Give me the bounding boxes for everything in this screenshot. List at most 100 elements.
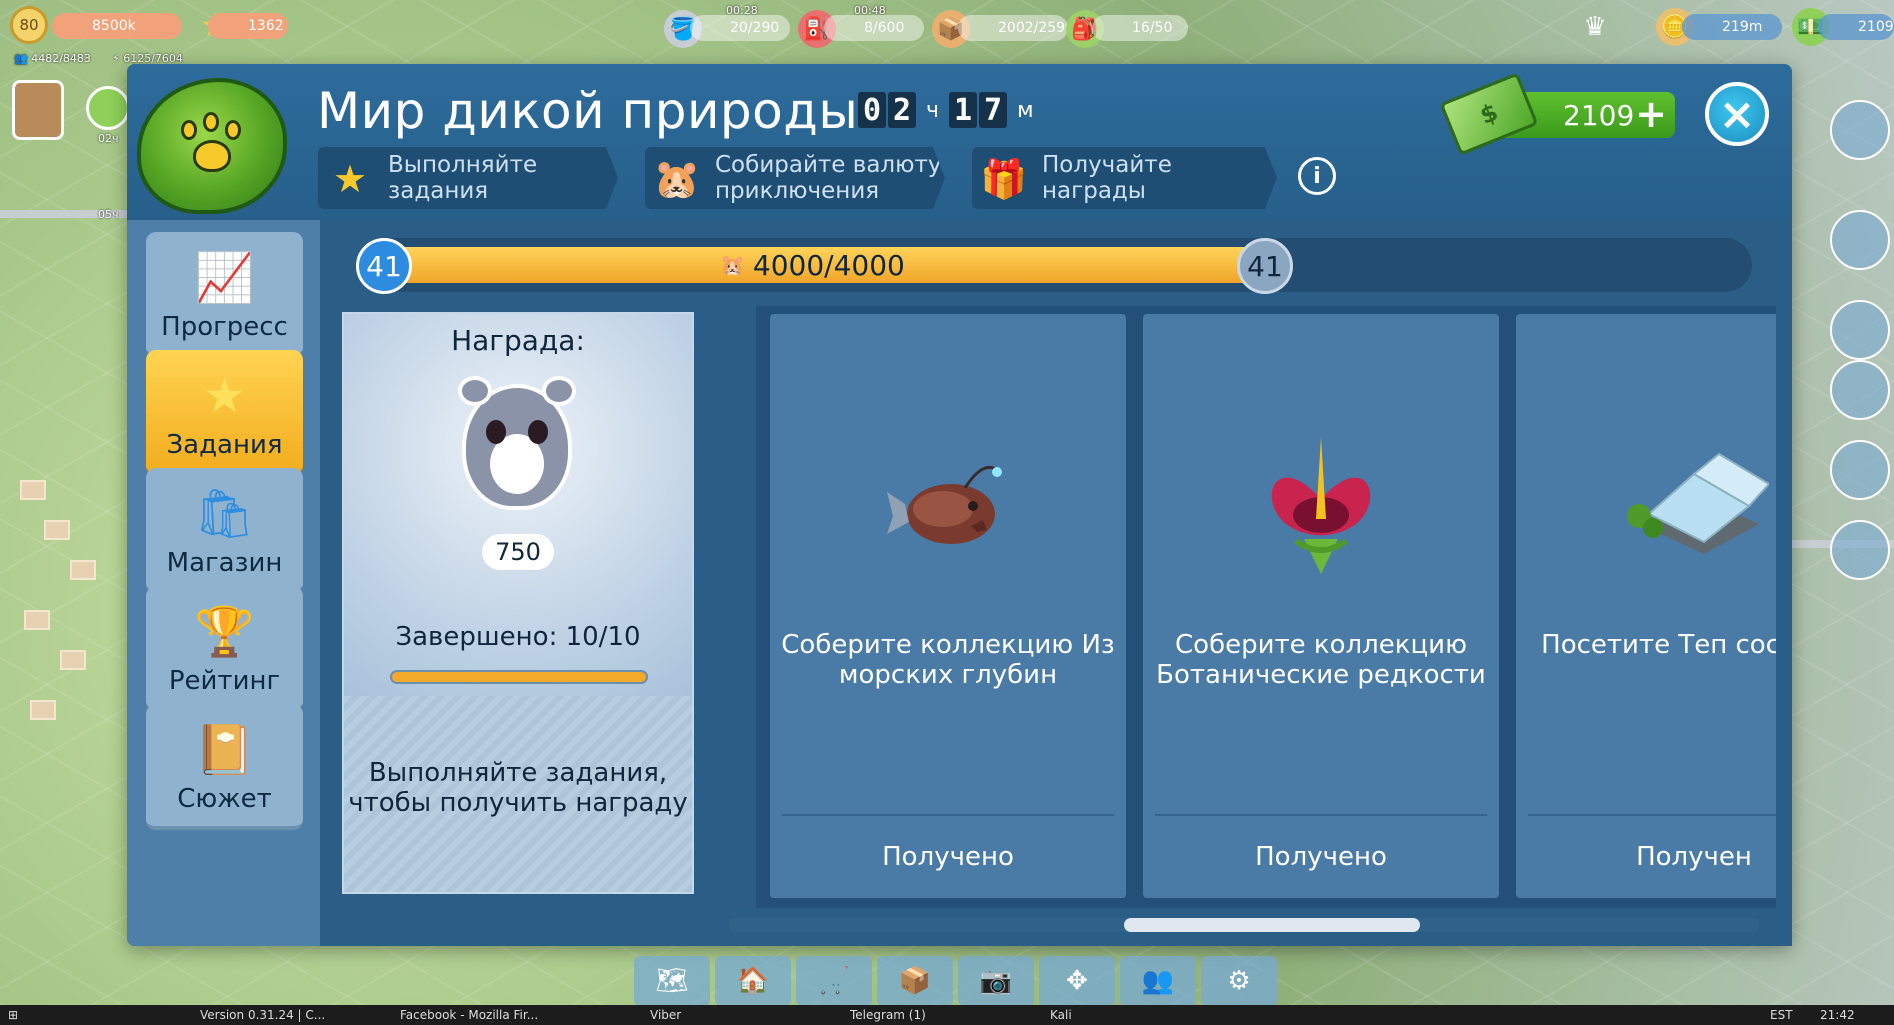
star-icon: ★ [202, 368, 247, 424]
sidebar-item-label: Сюжет [177, 784, 272, 814]
hamster-icon: 🐹 [720, 253, 745, 277]
windows-start-icon[interactable]: ⊞ [8, 1007, 18, 1023]
right-hud-button[interactable] [1830, 520, 1890, 580]
timer-unit-minutes: м [1017, 97, 1034, 123]
hangar-icon[interactable]: 🏠 [715, 956, 791, 1006]
timer-unit-hours: ч [926, 97, 939, 123]
resource4-value: 16/50 [1132, 20, 1173, 36]
map-icon[interactable]: 🗺 [634, 956, 710, 1006]
event-cash-value: 2109 [1563, 98, 1635, 132]
sidebar-item-label: Задания [166, 430, 283, 460]
task-status: Получен [1636, 842, 1752, 872]
taskbar-item[interactable]: Version 0.31.24 | C... [200, 1007, 325, 1023]
coins-counter[interactable]: 8500k [52, 13, 182, 39]
resource1-counter[interactable]: 20/290 [690, 15, 790, 41]
close-button[interactable]: × [1705, 82, 1769, 146]
task-card[interactable]: Соберите коллекцию Ботанические редкости… [1143, 314, 1499, 898]
task-title: Соберите коллекцию Ботанические редкости [1156, 630, 1486, 690]
task-card[interactable]: Посетите Теп соседей Получен [1516, 314, 1776, 898]
event-paw-icon[interactable] [86, 86, 130, 130]
right-hud-button[interactable] [1830, 100, 1890, 160]
star-icon: ★ [332, 157, 368, 201]
reward-hint: Выполняйте задания, чтобы получить награ… [348, 758, 688, 818]
right-hud-button[interactable] [1830, 440, 1890, 500]
task-card[interactable]: Соберите коллекцию Из морских глубин Пол… [770, 314, 1126, 898]
task-status: Получено [882, 842, 1014, 872]
carousel-scrollbar[interactable] [729, 918, 1759, 932]
info-step-label: Выполняйте задания [388, 152, 538, 204]
map-tile [24, 610, 50, 630]
coins-value: 8500k [92, 18, 136, 34]
taskbar-item[interactable]: Viber [650, 1007, 681, 1023]
stars-value: 1362 [248, 18, 284, 34]
sidebar-item-label: Рейтинг [168, 666, 281, 696]
hud-cash-value: 2109 [1858, 19, 1894, 35]
reward-title: Награда: [451, 324, 585, 357]
divider [1155, 814, 1487, 816]
hamster-icon: 🐹 [653, 157, 701, 201]
event-cash-display[interactable]: $ 2109 + [1439, 72, 1675, 156]
task-title: Посетите Теп соседей [1541, 630, 1776, 660]
gift-icon: 🎁 [980, 157, 1028, 201]
carousel-edge [716, 306, 756, 908]
info-button[interactable]: i [1298, 157, 1336, 195]
sidebar-item-rating[interactable]: 🏆 Рейтинг [146, 586, 303, 712]
resource2-value: 8/600 [864, 20, 905, 36]
event-timer: 02ч [98, 132, 119, 145]
trophy-icon: 🏆 [194, 604, 255, 660]
event-window: Мир дикой природы 0 2 ч 1 7 м ★ Выполняй… [127, 64, 1792, 946]
settings-gear-icon[interactable]: ⚙ [1201, 956, 1277, 1006]
gold-value: 219m [1722, 19, 1763, 35]
reward-top: Награда: 750 Завершено: 10/10 [344, 314, 692, 696]
event-timer-display: 0 2 ч 1 7 м [858, 92, 1044, 128]
task-title: Соберите коллекцию Из морских глубин [781, 630, 1115, 690]
resource3-value: 2002/2590 [998, 20, 1074, 36]
timer-digit: 2 [888, 92, 916, 128]
right-hud-button[interactable] [1830, 300, 1890, 360]
cash-counter[interactable]: 2109 [1818, 14, 1894, 40]
crown-icon[interactable]: ♛ [1576, 8, 1614, 46]
info-step-label: Получайте награды [1042, 152, 1172, 204]
right-hud-button[interactable] [1830, 210, 1890, 270]
scrollbar-thumb[interactable] [1124, 918, 1420, 932]
banknote-icon: $ [1439, 72, 1539, 156]
reward-panel: Награда: 750 Завершено: 10/10 Выполняйте… [342, 312, 694, 894]
window-header: Мир дикой природы 0 2 ч 1 7 м ★ Выполняй… [127, 64, 1792, 220]
map-tile [44, 520, 70, 540]
cart-icon[interactable]: 🛒 [796, 956, 872, 1006]
paw-leaf-icon [137, 78, 287, 214]
reward-hint-area: Выполняйте задания, чтобы получить награ… [344, 696, 692, 892]
photo-icon[interactable]: 📷 [958, 956, 1034, 1006]
right-hud-button[interactable] [1830, 360, 1890, 420]
friends-icon[interactable]: 👥 [1120, 956, 1196, 1006]
sidebar-item-story[interactable]: 📔 Сюжет [146, 704, 303, 830]
population-counter: 👥 4482/8483 [14, 52, 91, 65]
task-cards-carousel[interactable]: Соберите коллекцию Из морских глубин Пол… [716, 306, 1776, 908]
level-badge[interactable]: 80 [10, 6, 48, 44]
taskbar-item[interactable]: Telegram (1) [850, 1007, 926, 1023]
sidebar-item-tasks[interactable]: ★ Задания [146, 350, 303, 476]
resource2-counter[interactable]: 8/600 [824, 15, 924, 41]
stars-counter[interactable]: 1362 [208, 13, 288, 39]
greenhouse-icon [1516, 434, 1776, 574]
divider [1528, 814, 1776, 816]
sidebar-item-shop[interactable]: 🛍 Магазин [146, 468, 303, 594]
quest-book-icon[interactable] [12, 80, 64, 140]
reward-quantity: 750 [482, 534, 554, 570]
gold-counter[interactable]: 219m [1682, 14, 1782, 40]
map-tile [30, 700, 56, 720]
resource4-counter[interactable]: 16/50 [1092, 15, 1188, 41]
crate-icon[interactable]: 📦 [877, 956, 953, 1006]
resource3-counter[interactable]: 2002/2590 [958, 15, 1074, 41]
add-cash-button[interactable]: + [1635, 95, 1667, 133]
divider [782, 814, 1114, 816]
timer-digit: 1 [949, 92, 977, 128]
move-icon[interactable]: ✥ [1039, 956, 1115, 1006]
population-value: 4482/8483 [31, 52, 91, 65]
os-taskbar: ⊞ Version 0.31.24 | C... Facebook - Mozi… [0, 1005, 1894, 1025]
taskbar-item[interactable]: Facebook - Mozilla Fir... [400, 1007, 538, 1023]
level-value: 80 [19, 16, 39, 34]
sidebar-item-progress[interactable]: 📈 Прогресс [146, 232, 303, 358]
taskbar-item[interactable]: Kali [1050, 1007, 1072, 1023]
language-indicator[interactable]: EST [1770, 1007, 1793, 1023]
